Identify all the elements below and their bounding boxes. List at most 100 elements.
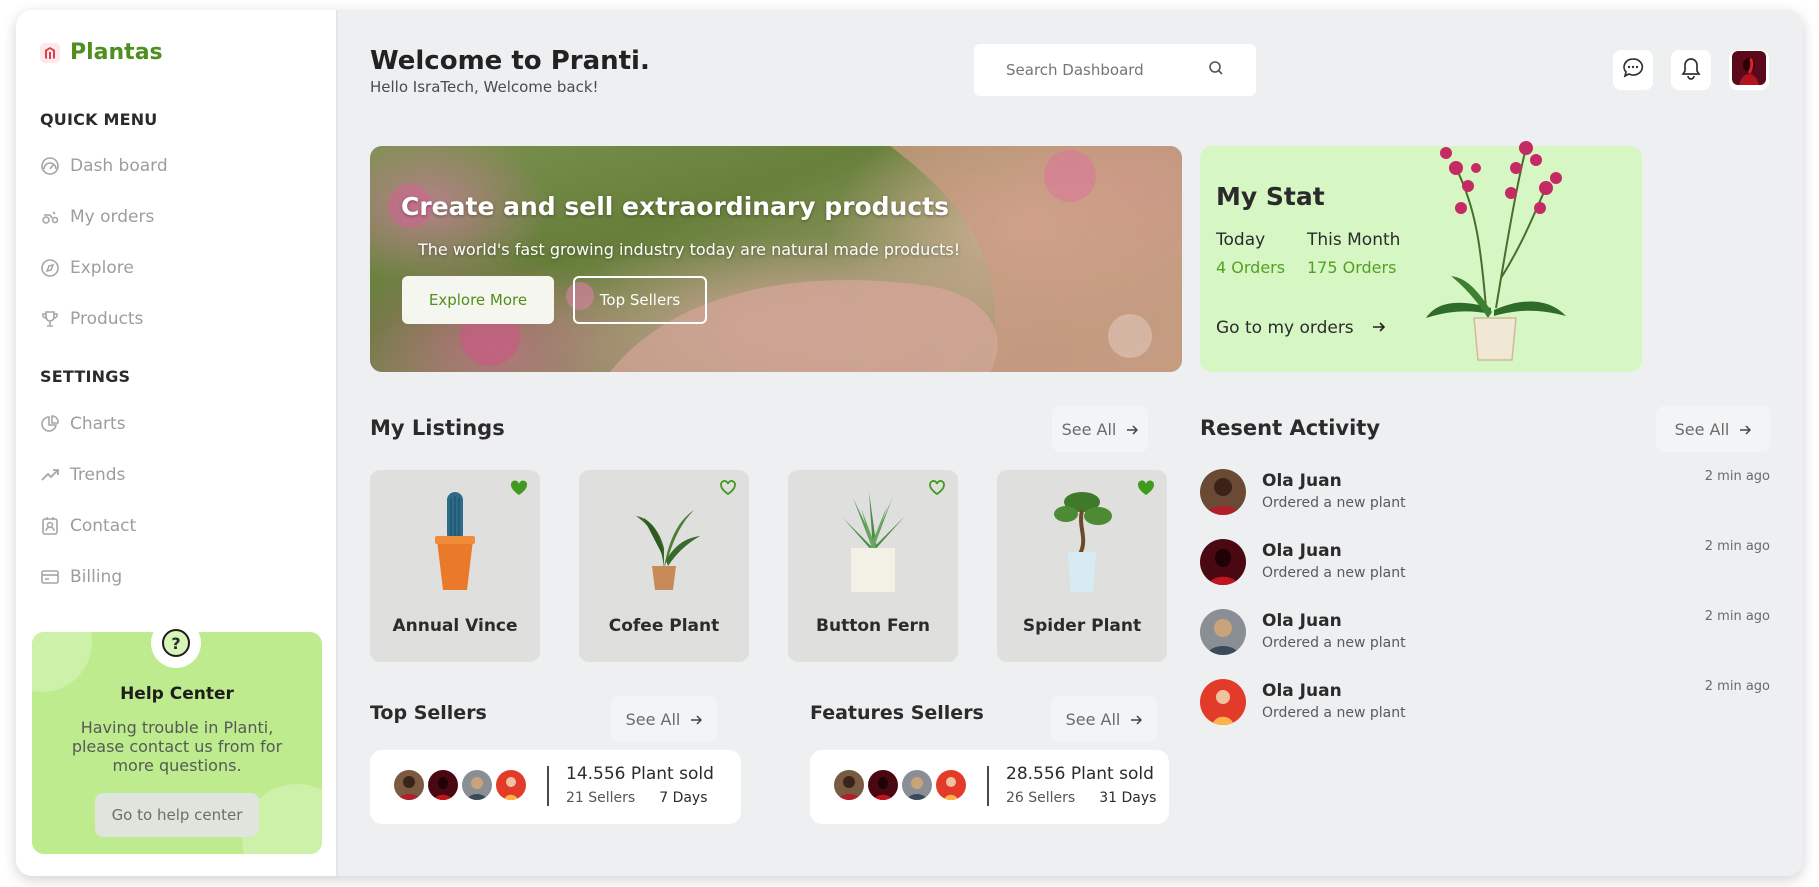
sidebar-item-charts[interactable]: Charts (40, 414, 126, 434)
days-count: 7 Days (659, 790, 708, 806)
explore-more-button[interactable]: Explore More (402, 276, 554, 324)
aloe-plant-image (788, 488, 958, 592)
avatar (496, 770, 526, 800)
sidebar-item-label: Explore (70, 258, 134, 278)
stat-today-label: Today (1216, 230, 1266, 250)
arrow-right-icon (690, 710, 703, 729)
brand-name: Plantas (70, 40, 163, 65)
avatar (1200, 539, 1246, 585)
activity-description: Ordered a new plant (1262, 635, 1406, 651)
sidebar-item-label: Billing (70, 567, 123, 587)
stat-month-label: This Month (1307, 230, 1401, 250)
sidebar-item-label: Products (70, 309, 144, 329)
listing-card[interactable]: Spider Plant (997, 470, 1167, 662)
notifications-button[interactable] (1671, 50, 1711, 90)
my-listings-title: My Listings (370, 416, 505, 440)
top-sellers-button[interactable]: Top Sellers (573, 276, 707, 324)
help-text: Having trouble in Planti, please contact… (71, 718, 283, 775)
sidebar-item-label: Trends (70, 465, 126, 485)
chat-icon (1621, 56, 1645, 84)
see-all-label: See All (1061, 419, 1117, 439)
orders-icon (40, 207, 60, 227)
page-title: Welcome to Pranti. (370, 46, 650, 76)
promo-banner: Create and sell extraordinary products T… (370, 146, 1182, 372)
orchid-plant-illustration (1426, 141, 1566, 361)
search-box (974, 44, 1256, 96)
activity-time: 2 min ago (1704, 609, 1770, 624)
avatar (1732, 51, 1766, 89)
activity-description: Ordered a new plant (1262, 565, 1406, 581)
search-icon[interactable] (1208, 60, 1224, 80)
help-center-button[interactable]: Go to help center (95, 793, 259, 837)
sidebar-item-dashboard[interactable]: Dash board (40, 156, 168, 176)
banner-subtitle: The world's fast growing industry today … (418, 240, 961, 259)
divider (547, 766, 549, 806)
activity-description: Ordered a new plant (1262, 705, 1406, 721)
activity-description: Ordered a new plant (1262, 495, 1406, 511)
go-to-orders-link[interactable]: Go to my orders (1216, 318, 1386, 338)
listing-card[interactable]: Cofee Plant (579, 470, 749, 662)
search-input[interactable] (1006, 61, 1208, 79)
see-all-label: See All (1065, 709, 1121, 729)
avatar (462, 770, 492, 800)
bonsai-plant-image (997, 488, 1167, 592)
see-all-label: See All (1674, 419, 1730, 439)
brand[interactable]: Plantas (40, 40, 163, 65)
avatar (1200, 679, 1246, 725)
divider (987, 766, 989, 806)
seller-meta: 26 Sellers 31 Days (1006, 790, 1156, 806)
avatar (868, 770, 898, 800)
activity-item[interactable]: Ola Juan Ordered a new plant 2 min ago (1200, 679, 1770, 729)
stat-title: My Stat (1216, 182, 1325, 211)
listings-see-all-button[interactable]: See All (1052, 406, 1148, 452)
plants-sold: 28.556 Plant sold (1006, 764, 1154, 784)
messages-button[interactable] (1613, 50, 1653, 90)
activity-user-name: Ola Juan (1262, 681, 1342, 701)
bell-icon (1680, 56, 1702, 84)
activity-item[interactable]: Ola Juan Ordered a new plant 2 min ago (1200, 609, 1770, 659)
seller-meta: 21 Sellers 7 Days (566, 790, 708, 806)
sidebar-item-billing[interactable]: Billing (40, 567, 122, 587)
avatar (936, 770, 966, 800)
sidebar-item-label: Charts (70, 414, 126, 434)
activity-item[interactable]: Ola Juan Ordered a new plant 2 min ago (1200, 539, 1770, 589)
listing-name: Button Fern (816, 616, 930, 636)
features-sellers-title: Features Sellers (810, 702, 984, 724)
days-count: 31 Days (1099, 790, 1157, 806)
arrow-right-icon (1739, 420, 1752, 439)
activity-user-name: Ola Juan (1262, 611, 1342, 631)
see-all-label: See All (625, 709, 681, 729)
decorative-circle (32, 632, 92, 692)
features-sellers-see-all-button[interactable]: See All (1051, 696, 1157, 742)
cactus-image (370, 488, 540, 592)
activity-item[interactable]: Ola Juan Ordered a new plant 2 min ago (1200, 469, 1770, 519)
sidebar-item-contact[interactable]: Contact (40, 516, 136, 536)
top-sellers-see-all-button[interactable]: See All (611, 696, 717, 742)
profile-avatar-button[interactable] (1729, 50, 1769, 90)
avatar (1200, 609, 1246, 655)
sidebar-item-my-orders[interactable]: My orders (40, 207, 154, 227)
compass-icon (40, 258, 60, 278)
avatar (902, 770, 932, 800)
brand-logo-icon (40, 42, 60, 63)
sidebar-item-products[interactable]: Products (40, 309, 143, 329)
activity-see-all-button[interactable]: See All (1656, 406, 1770, 452)
page-subtitle: Hello IsraTech, Welcome back! (370, 78, 599, 96)
arrow-right-icon (1130, 710, 1143, 729)
sidebar-item-explore[interactable]: Explore (40, 258, 134, 278)
listing-card[interactable]: Annual Vince (370, 470, 540, 662)
avatar (834, 770, 864, 800)
sellers-count: 21 Sellers (566, 790, 636, 806)
listing-card[interactable]: Button Fern (788, 470, 958, 662)
recent-activity-title: Resent Activity (1200, 416, 1381, 440)
sidebar-item-label: My orders (70, 207, 155, 227)
sidebar-item-trends[interactable]: Trends (40, 465, 125, 485)
sidebar-item-label: Dash board (70, 156, 168, 176)
stat-today-value: 4 Orders (1216, 258, 1286, 277)
seller-avatars (394, 770, 530, 800)
features-sellers-summary: 28.556 Plant sold 26 Sellers 31 Days (810, 750, 1169, 824)
activity-time: 2 min ago (1704, 679, 1770, 694)
activity-user-name: Ola Juan (1262, 541, 1342, 561)
stat-link-label: Go to my orders (1216, 318, 1354, 338)
activity-time: 2 min ago (1704, 539, 1770, 554)
